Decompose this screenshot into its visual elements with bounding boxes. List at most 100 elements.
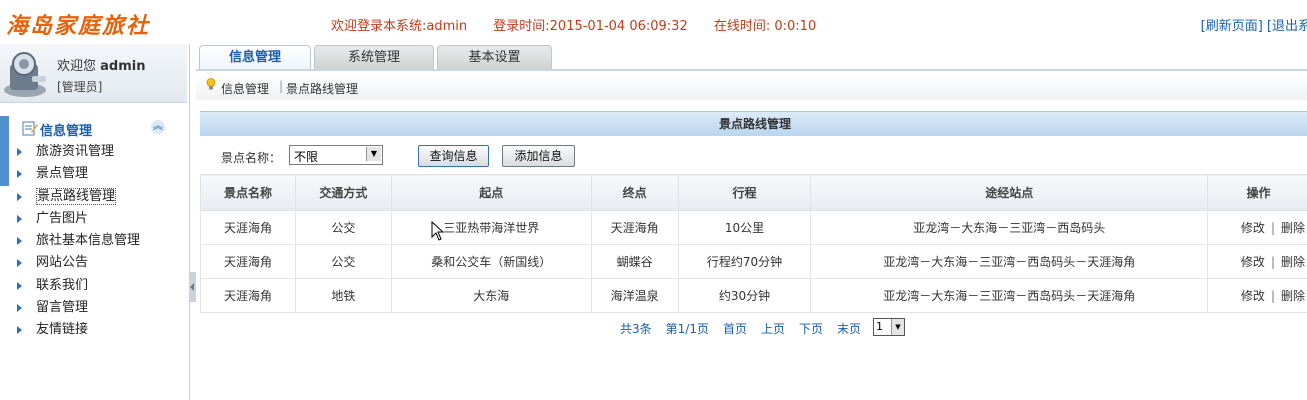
edit-link[interactable]: 修改 bbox=[1241, 255, 1265, 269]
menu-section-header[interactable]: 信息管理 ︽ bbox=[18, 119, 168, 139]
lightbulb-icon bbox=[206, 78, 216, 90]
cell-end: 天涯海角 bbox=[590, 210, 679, 245]
cell-transport: 地铁 bbox=[294, 278, 392, 313]
user-name: admin bbox=[100, 59, 146, 74]
sidebar-collapse-handle[interactable] bbox=[189, 272, 196, 302]
pagination: 共3条 第1/1页 首页 上页 下页 末页 1 ▼ bbox=[200, 316, 1307, 338]
column-header: 景点名称 bbox=[200, 174, 296, 211]
tab-info-management[interactable]: 信息管理 bbox=[199, 45, 311, 69]
cell-transport: 公交 bbox=[294, 210, 392, 245]
cell-stops: 亚龙湾－大东海－三亚湾－西岛码头－天涯海角 bbox=[810, 244, 1209, 279]
chevron-left-icon bbox=[190, 283, 194, 291]
search-bar: 景点名称： 不限 ▼ 查询信息 添加信息 bbox=[200, 137, 1307, 173]
sidebar-item-label: 广告图片 bbox=[36, 210, 89, 226]
triangle-right-icon bbox=[17, 214, 22, 223]
tab-system-management[interactable]: 系统管理 bbox=[314, 45, 434, 69]
sidebar-menu: 旅游资讯管理 景点管理 景点路线管理 广告图片 旅社基本信息管理 网站公告 联系… bbox=[0, 141, 140, 342]
cell-name: 天涯海角 bbox=[200, 244, 296, 279]
pager-first[interactable]: 首页 bbox=[723, 322, 747, 336]
sidebar-item-hostel-info[interactable]: 旅社基本信息管理 bbox=[0, 230, 140, 252]
sidebar-item-label: 联系我们 bbox=[36, 277, 89, 293]
menu-section-title: 信息管理 bbox=[40, 124, 93, 139]
pager-page: 第1/1页 bbox=[665, 322, 709, 336]
select-value: 不限 bbox=[294, 150, 319, 164]
delete-link[interactable]: 删除 bbox=[1281, 255, 1305, 269]
sidebar-item-scenic-spots[interactable]: 景点管理 bbox=[0, 163, 140, 185]
search-label: 景点名称： bbox=[221, 151, 282, 165]
logout-link[interactable]: [退出系 bbox=[1267, 19, 1307, 34]
tab-basic-settings[interactable]: 基本设置 bbox=[437, 45, 552, 69]
sidebar-item-label: 留言管理 bbox=[36, 300, 89, 316]
dropdown-arrow-icon: ▼ bbox=[891, 319, 904, 335]
breadcrumb-root[interactable]: 信息管理 bbox=[221, 80, 269, 97]
delete-link[interactable]: 删除 bbox=[1281, 289, 1305, 303]
cell-trip: 约30分钟 bbox=[677, 278, 812, 313]
cell-start: 桑和公交车（新国线） bbox=[390, 244, 592, 279]
cell-stops: 亚龙湾－大东海－三亚湾－西岛码头－天涯海角 bbox=[810, 278, 1209, 313]
refresh-link[interactable]: [刷新页面] bbox=[1201, 19, 1263, 34]
login-time: 登录时间:2015-01-04 06:09:32 bbox=[493, 19, 688, 34]
sidebar-item-messages[interactable]: 留言管理 bbox=[0, 297, 140, 319]
edit-link[interactable]: 修改 bbox=[1241, 289, 1265, 303]
collapse-icon[interactable]: ︽ bbox=[151, 120, 165, 134]
column-header: 终点 bbox=[590, 174, 679, 211]
table-row: 天涯海角 地铁 大东海 海洋温泉 约30分钟 亚龙湾－大东海－三亚湾－西岛码头－… bbox=[200, 278, 1307, 313]
column-header: 交通方式 bbox=[294, 174, 392, 211]
triangle-right-icon bbox=[17, 326, 22, 335]
site-logo: 海岛家庭旅社 bbox=[6, 13, 151, 39]
pager-next[interactable]: 下页 bbox=[799, 322, 823, 336]
pager-prev[interactable]: 上页 bbox=[761, 322, 785, 336]
scenic-name-select[interactable]: 不限 ▼ bbox=[289, 145, 383, 165]
action-separator: | bbox=[1270, 255, 1275, 269]
top-tabs: 信息管理 系统管理 基本设置 bbox=[196, 44, 1307, 71]
action-separator: | bbox=[1270, 221, 1275, 235]
top-header: 海岛家庭旅社 欢迎登录本系统:admin 登录时间:2015-01-04 06:… bbox=[0, 0, 1307, 44]
triangle-right-icon bbox=[17, 148, 22, 156]
sidebar-item-label: 景点路线管理 bbox=[36, 187, 117, 205]
sidebar-item-label: 旅游资讯管理 bbox=[36, 144, 115, 159]
triangle-right-icon bbox=[17, 237, 22, 246]
cell-start: 三亚热带海洋世界 bbox=[390, 210, 592, 245]
cell-stops: 亚龙湾－大东海－三亚湾－西岛码头 bbox=[810, 210, 1209, 245]
main-content: 信息管理 系统管理 基本设置 信息管理 | 景点路线管理 景点路线管理 景点名称… bbox=[196, 44, 1307, 400]
user-box: 欢迎您 admin [管理员] bbox=[0, 44, 187, 103]
cell-actions: 修改 | 删除 bbox=[1207, 244, 1307, 279]
route-panel: 景点路线管理 景点名称： 不限 ▼ 查询信息 添加信息 景点名称 交通方式 起点… bbox=[200, 111, 1307, 339]
cell-end: 蝴蝶谷 bbox=[590, 244, 679, 279]
page-select[interactable]: 1 ▼ bbox=[873, 318, 905, 336]
mouse-pointer-icon bbox=[431, 221, 445, 241]
left-sidebar: 欢迎您 admin [管理员] 信息管理 ︽ 旅游资讯管理 景点管理 景点路线管… bbox=[0, 44, 190, 400]
triangle-right-icon bbox=[17, 170, 22, 179]
sidebar-item-announcements[interactable]: 网站公告 bbox=[0, 252, 140, 274]
query-button[interactable]: 查询信息 bbox=[418, 145, 489, 167]
action-separator: | bbox=[1270, 289, 1275, 303]
column-header: 操作 bbox=[1207, 174, 1307, 211]
sidebar-item-scenic-routes[interactable]: 景点路线管理 bbox=[0, 186, 140, 208]
routes-table: 景点名称 交通方式 起点 终点 行程 途经站点 操作 天涯海角 公交 三亚热带海… bbox=[200, 174, 1307, 313]
cell-trip: 行程约70分钟 bbox=[677, 244, 812, 279]
cell-name: 天涯海角 bbox=[200, 278, 296, 313]
cell-name: 天涯海角 bbox=[200, 210, 296, 245]
sidebar-item-ad-images[interactable]: 广告图片 bbox=[0, 208, 140, 230]
pager-links: 共3条 第1/1页 首页 上页 下页 末页 bbox=[620, 320, 875, 337]
cell-trip: 10公里 bbox=[677, 210, 812, 245]
table-row: 天涯海角 公交 三亚热带海洋世界 天涯海角 10公里 亚龙湾－大东海－三亚湾－西… bbox=[200, 210, 1307, 245]
sidebar-item-travel-news[interactable]: 旅游资讯管理 bbox=[0, 141, 140, 163]
cell-start: 大东海 bbox=[390, 278, 592, 313]
sidebar-item-label: 旅社基本信息管理 bbox=[36, 233, 141, 249]
status-line: 欢迎登录本系统:admin 登录时间:2015-01-04 06:09:32 在… bbox=[331, 15, 838, 34]
sidebar-item-label: 网站公告 bbox=[36, 255, 89, 271]
edit-link[interactable]: 修改 bbox=[1241, 221, 1265, 235]
breadcrumb: 信息管理 | 景点路线管理 bbox=[196, 72, 1307, 100]
panel-title: 景点路线管理 bbox=[200, 111, 1307, 136]
cell-end: 海洋温泉 bbox=[590, 278, 679, 313]
sidebar-item-contact[interactable]: 联系我们 bbox=[0, 275, 140, 297]
triangle-right-icon bbox=[17, 281, 22, 290]
column-header: 起点 bbox=[390, 174, 592, 211]
dropdown-arrow-icon: ▼ bbox=[366, 147, 381, 161]
pager-last[interactable]: 末页 bbox=[837, 322, 861, 336]
add-button[interactable]: 添加信息 bbox=[502, 145, 575, 167]
delete-link[interactable]: 删除 bbox=[1281, 221, 1305, 235]
cell-transport: 公交 bbox=[294, 244, 392, 279]
sidebar-item-friend-links[interactable]: 友情链接 bbox=[0, 319, 140, 341]
